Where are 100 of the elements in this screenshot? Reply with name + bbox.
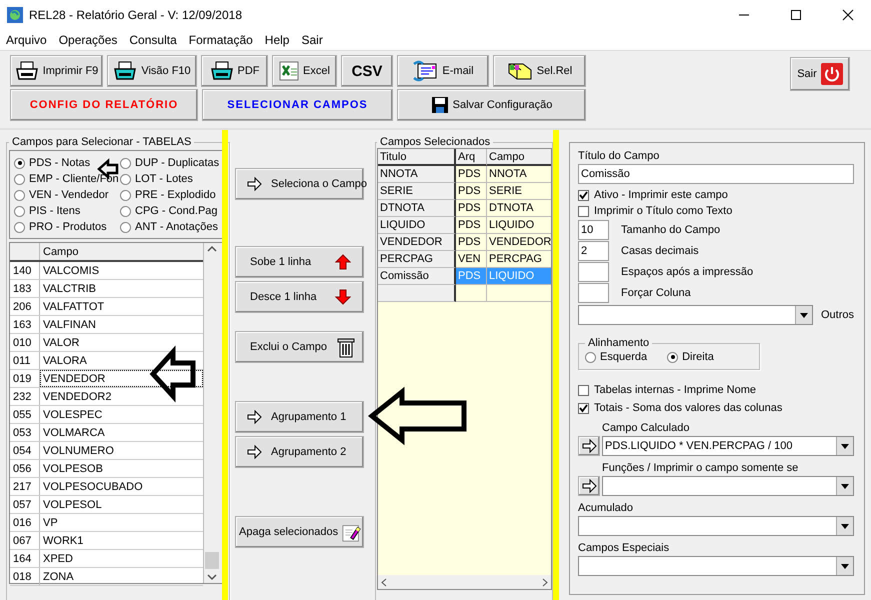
column-header[interactable]: Arq xyxy=(456,149,487,166)
toolbar-button[interactable]: Visão F10 xyxy=(107,55,197,87)
table-cell: Comissão xyxy=(378,268,456,285)
number-input[interactable]: 10 xyxy=(578,220,609,240)
number-input[interactable] xyxy=(578,262,609,282)
down-arrow-icon xyxy=(335,289,351,305)
scrollbar[interactable] xyxy=(378,575,552,589)
dropdown[interactable] xyxy=(578,305,813,325)
table-cell[interactable]: WORK1 xyxy=(40,532,203,549)
scroll-thumb[interactable] xyxy=(205,552,219,569)
radio-label: PRO - Produtos xyxy=(29,221,107,233)
table-cell[interactable]: VALCTRIB xyxy=(40,280,203,297)
empty-grid-row[interactable] xyxy=(378,285,552,302)
number-input[interactable] xyxy=(578,282,609,302)
action-button[interactable]: Desce 1 linha xyxy=(235,281,364,313)
table-cell[interactable]: VALCOMIS xyxy=(40,262,203,279)
save-button[interactable]: Salvar Configuração xyxy=(397,89,586,121)
group-title: Alinhamento xyxy=(587,337,650,349)
menu-item[interactable]: Sair xyxy=(295,33,329,47)
title-input[interactable]: Comissão xyxy=(578,164,854,184)
radio-button[interactable] xyxy=(14,206,25,216)
pointer-arrow-icon xyxy=(246,176,263,192)
toolbar-button[interactable]: Imprimir F9 xyxy=(10,55,103,87)
scrollbar[interactable] xyxy=(204,243,220,583)
dropdown[interactable] xyxy=(578,516,854,536)
table-cell: SERIE xyxy=(487,183,552,200)
checkbox-label: Imprimir o Título como Texto xyxy=(594,205,732,217)
table-cell: PDS xyxy=(456,234,487,251)
radio-button[interactable] xyxy=(14,190,25,200)
menu-item[interactable]: Consulta xyxy=(123,33,183,47)
field-label: Título do Campo xyxy=(578,150,660,164)
column-header[interactable]: Campo xyxy=(487,149,552,166)
checkbox[interactable] xyxy=(578,190,589,200)
action-button[interactable]: Sobe 1 linha xyxy=(235,246,364,278)
radio-button[interactable] xyxy=(120,206,131,216)
toolbar-button[interactable]: PDF xyxy=(201,55,268,87)
toolbar-button[interactable]: CSV xyxy=(341,55,393,87)
table-cell[interactable]: VOLPESOB xyxy=(40,460,203,477)
insert-button[interactable] xyxy=(578,476,600,496)
scroll-right-icon[interactable] xyxy=(542,578,548,586)
checkbox[interactable] xyxy=(578,384,589,396)
table-cell: LIQUIDO xyxy=(487,217,552,234)
action-button[interactable]: Agrupamento 1 xyxy=(235,401,364,433)
table-cell[interactable]: VOLPESOL xyxy=(40,496,203,513)
table-cell: 016 xyxy=(10,514,40,531)
radio-button[interactable] xyxy=(667,352,678,362)
table-cell[interactable]: ZONA xyxy=(40,568,203,585)
action-button[interactable]: Seleciona o Campo xyxy=(235,168,364,200)
radio-button[interactable] xyxy=(14,174,25,184)
toolbar-button[interactable]: E-mail xyxy=(397,55,489,87)
radio-button[interactable] xyxy=(14,158,25,168)
radio-button[interactable] xyxy=(120,158,131,168)
menu-item[interactable]: Formatação xyxy=(182,33,259,47)
dropdown[interactable] xyxy=(578,556,854,576)
radio-button[interactable] xyxy=(585,352,596,362)
table-cell: 056 xyxy=(10,460,40,477)
action-button[interactable]: Agrupamento 2 xyxy=(235,436,364,468)
menu-item[interactable]: Help xyxy=(258,33,296,47)
table-cell[interactable]: VENDEDOR xyxy=(40,370,203,387)
exit-button[interactable]: Sair xyxy=(790,57,850,91)
scroll-down-icon[interactable] xyxy=(207,573,217,581)
scroll-up-icon[interactable] xyxy=(207,245,217,253)
table-cell[interactable]: VOLNUMERO xyxy=(40,442,203,459)
radio-button[interactable] xyxy=(120,174,131,184)
radio-label: ANT - Anotações xyxy=(135,221,218,233)
pointer-arrow-icon xyxy=(246,444,263,460)
action-button[interactable]: Apaga selecionados xyxy=(235,516,364,548)
radio-label: PRE - Explodido xyxy=(135,189,216,201)
table-cell[interactable]: XPED xyxy=(40,550,203,567)
section-tab[interactable]: SELECIONAR CAMPOS xyxy=(202,89,393,121)
table-cell[interactable]: VALOR xyxy=(40,334,203,351)
radio-button[interactable] xyxy=(120,190,131,200)
number-input[interactable]: 2 xyxy=(578,240,609,260)
radio-button[interactable] xyxy=(120,222,131,232)
checkbox[interactable] xyxy=(578,206,589,216)
field-label: Outros xyxy=(820,309,854,321)
action-button[interactable]: Exclui o Campo xyxy=(235,331,364,363)
table-cell[interactable]: VOLPESOCUBADO xyxy=(40,478,203,495)
table-cell[interactable]: VALFATTOT xyxy=(40,298,203,315)
table-cell[interactable]: VALORA xyxy=(40,352,203,369)
table-cell[interactable]: VENDEDOR2 xyxy=(40,388,203,405)
checkbox[interactable] xyxy=(578,402,589,414)
menu-item[interactable]: Operações xyxy=(52,33,124,47)
scroll-left-icon[interactable] xyxy=(381,578,387,586)
table-cell[interactable]: VALFINAN xyxy=(40,316,203,333)
toolbar-button[interactable]: Excel xyxy=(272,55,337,87)
menu-item[interactable]: Arquivo xyxy=(0,33,53,47)
table-cell[interactable]: VP xyxy=(40,514,203,531)
table-cell: 010 xyxy=(10,334,40,351)
radio-label: CPG - Cond.Pag xyxy=(135,205,218,217)
column-header[interactable]: Titulo xyxy=(378,149,456,166)
radio-label: Direita xyxy=(682,351,714,363)
dropdown[interactable]: PDS.LIQUIDO * VEN.PERCPAG / 100 xyxy=(602,436,854,456)
radio-button[interactable] xyxy=(14,222,25,232)
table-cell: LIQUIDO xyxy=(378,217,456,234)
insert-button[interactable] xyxy=(578,436,600,456)
grid-row[interactable]: Comissão PDS LIQUIDO xyxy=(378,268,552,285)
table-cell[interactable]: VOLESPEC xyxy=(40,406,203,423)
toolbar-button[interactable]: Sel.Rel xyxy=(493,55,586,87)
table-cell[interactable]: VOLMARCA xyxy=(40,424,203,441)
